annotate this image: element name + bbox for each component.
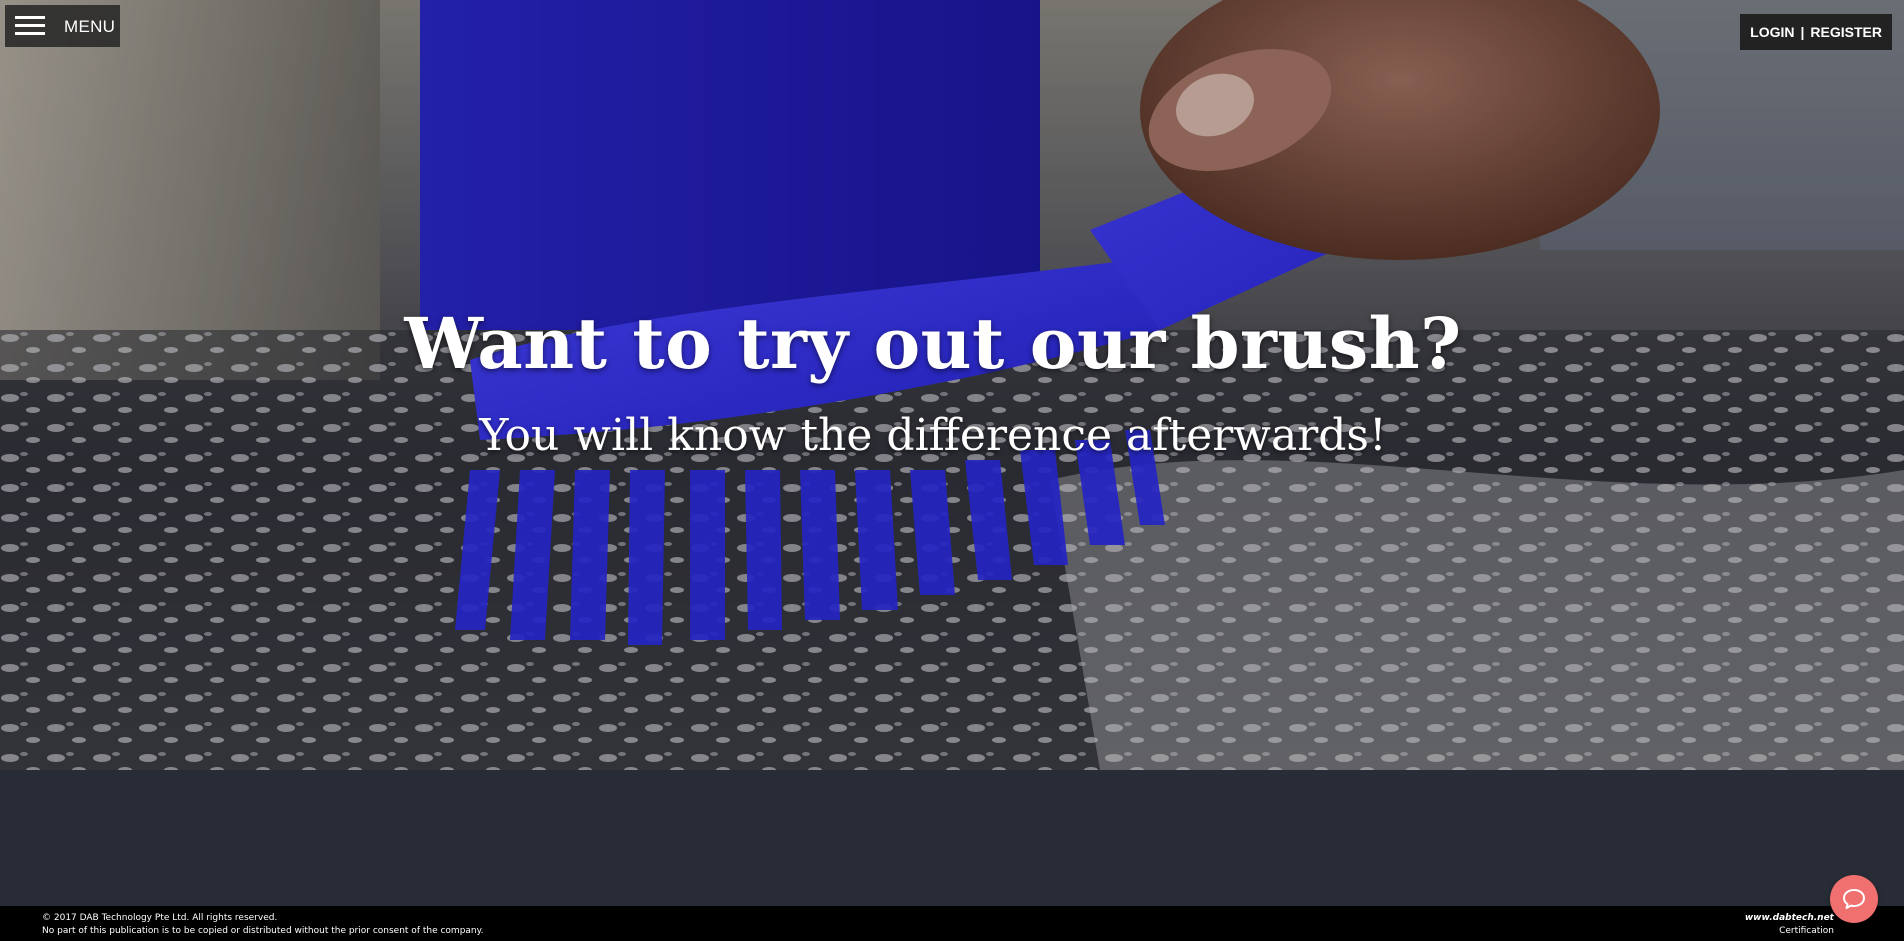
menu-label: MENU <box>64 17 116 36</box>
register-link[interactable]: REGISTER <box>1810 24 1882 40</box>
login-link[interactable]: LOGIN <box>1750 24 1794 40</box>
menu-button[interactable]: MENU <box>5 5 120 47</box>
hamburger-icon <box>15 16 45 36</box>
website-link[interactable]: www.dabtech.net <box>1745 912 1834 925</box>
certification-link[interactable]: Certification <box>1745 925 1834 938</box>
hero-banner: MENU LOGIN | REGISTER Want to try out ou… <box>0 0 1904 770</box>
hero-headline: Want to try out our brush? <box>404 302 1462 385</box>
footer-legal: © 2017 DAB Technology Pte Ltd. All right… <box>42 912 484 938</box>
auth-links: LOGIN | REGISTER <box>1740 14 1892 50</box>
chat-button[interactable] <box>1830 875 1878 923</box>
footer-links: www.dabtech.net Certification <box>1745 912 1834 938</box>
footer: © 2017 DAB Technology Pte Ltd. All right… <box>0 906 1904 941</box>
chat-bubble-icon <box>1843 889 1865 909</box>
hero-background-image <box>0 0 1904 770</box>
distribution-notice: No part of this publication is to be cop… <box>42 926 484 936</box>
hero-subheadline: You will know the difference afterwards! <box>479 410 1387 461</box>
copyright-text: © 2017 DAB Technology Pte Ltd. All right… <box>42 913 278 923</box>
auth-separator: | <box>1800 24 1805 40</box>
